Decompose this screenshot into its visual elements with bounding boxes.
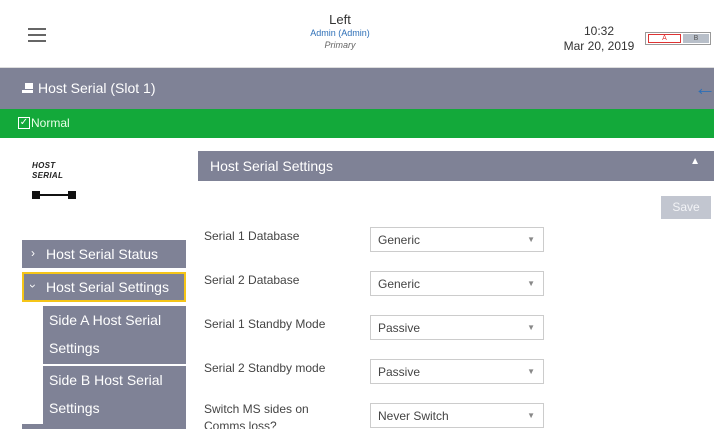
panel-title: Host Serial Settings bbox=[210, 158, 333, 174]
nav-item-label: Host Serial Settings bbox=[46, 279, 169, 295]
serial-1-standby-mode-select[interactable]: Passive ▼ bbox=[370, 315, 544, 340]
nav-side-a-settings[interactable]: Side A Host Serial Settings bbox=[43, 306, 186, 364]
caret-down-icon: ▼ bbox=[527, 235, 535, 244]
nav-subitem-label-2: Settings bbox=[49, 340, 100, 356]
nav-side-b-settings[interactable]: Side B Host Serial Settings bbox=[43, 366, 186, 424]
clock: 10:32 Mar 20, 2019 bbox=[560, 24, 638, 54]
page-title: Host Serial (Slot 1) bbox=[38, 80, 156, 96]
back-arrow-icon[interactable]: ← bbox=[694, 77, 714, 99]
serial-1-standby-mode-label: Serial 1 Standby Mode bbox=[204, 317, 326, 331]
switch-ms-sides-label-line-1: Switch MS sides on bbox=[204, 402, 309, 416]
nav-subitem-label: Side A Host Serial bbox=[49, 312, 162, 328]
hamburger-menu-icon[interactable] bbox=[28, 28, 46, 42]
select-value: Passive bbox=[378, 321, 421, 335]
page-title-bar: Host Serial (Slot 1) ← bbox=[0, 68, 714, 109]
caret-down-icon: ▼ bbox=[527, 323, 535, 332]
nav-item-partial[interactable] bbox=[22, 424, 186, 429]
clock-time: 10:32 bbox=[583, 24, 615, 38]
nav-subitem-label: Side B Host Serial bbox=[49, 372, 163, 388]
select-value: Never Switch bbox=[378, 409, 449, 423]
select-value: Generic bbox=[378, 233, 421, 247]
select-value: Passive bbox=[378, 365, 421, 379]
user-name: Admin (Admin) bbox=[310, 28, 370, 38]
chevron-down-icon: › bbox=[26, 284, 40, 288]
status-bar: ✓ Normal bbox=[0, 109, 714, 138]
logo-line-1: HOST bbox=[32, 161, 56, 170]
checkmark-icon: ✓ bbox=[18, 117, 30, 129]
user-role: Primary bbox=[324, 40, 356, 50]
serial-1-database-select[interactable]: Generic ▼ bbox=[370, 227, 544, 252]
computer-icon bbox=[22, 83, 33, 93]
serial-1-database-label: Serial 1 Database bbox=[204, 229, 300, 243]
device-title: Left bbox=[329, 12, 351, 27]
clock-date: Mar 20, 2019 bbox=[563, 39, 635, 53]
chevron-right-icon: › bbox=[31, 246, 35, 260]
host-serial-logo: HOST SERIAL bbox=[32, 161, 82, 199]
switch-ms-sides-label-line-2: Comms loss? bbox=[204, 419, 277, 429]
caret-down-icon: ▼ bbox=[527, 367, 535, 376]
caret-down-icon: ▼ bbox=[527, 411, 535, 420]
top-header: Left Admin (Admin) Primary 10:32 Mar 20,… bbox=[0, 0, 714, 68]
status-text: Normal bbox=[31, 116, 70, 130]
nav-host-serial-settings[interactable]: › Host Serial Settings bbox=[22, 272, 186, 302]
side-a-indicator[interactable]: A bbox=[648, 34, 681, 43]
chevron-up-icon[interactable]: ▲ bbox=[690, 156, 700, 168]
side-b-indicator[interactable]: B bbox=[683, 34, 709, 43]
nav-item-label: Host Serial Status bbox=[46, 246, 159, 262]
select-value: Generic bbox=[378, 277, 421, 291]
settings-panel-header[interactable]: Host Serial Settings ▲ bbox=[198, 151, 714, 181]
switch-ms-sides-select[interactable]: Never Switch ▼ bbox=[370, 403, 544, 428]
serial-connector-icon bbox=[32, 191, 77, 199]
nav-host-serial-status[interactable]: › Host Serial Status bbox=[22, 240, 186, 268]
serial-2-standby-mode-select[interactable]: Passive ▼ bbox=[370, 359, 544, 384]
device-info: Left Admin (Admin) Primary bbox=[270, 12, 410, 51]
serial-2-database-select[interactable]: Generic ▼ bbox=[370, 271, 544, 296]
serial-2-standby-mode-label: Serial 2 Standby mode bbox=[204, 361, 326, 375]
logo-line-2: SERIAL bbox=[32, 171, 64, 180]
save-button[interactable]: Save bbox=[661, 196, 711, 219]
switch-ms-sides-label: Switch MS sides on Comms loss? bbox=[204, 401, 309, 429]
side-selector-toggle[interactable]: A B bbox=[645, 32, 711, 45]
nav-subitem-label-2: Settings bbox=[49, 400, 100, 416]
caret-down-icon: ▼ bbox=[527, 279, 535, 288]
serial-2-database-label: Serial 2 Database bbox=[204, 273, 300, 287]
